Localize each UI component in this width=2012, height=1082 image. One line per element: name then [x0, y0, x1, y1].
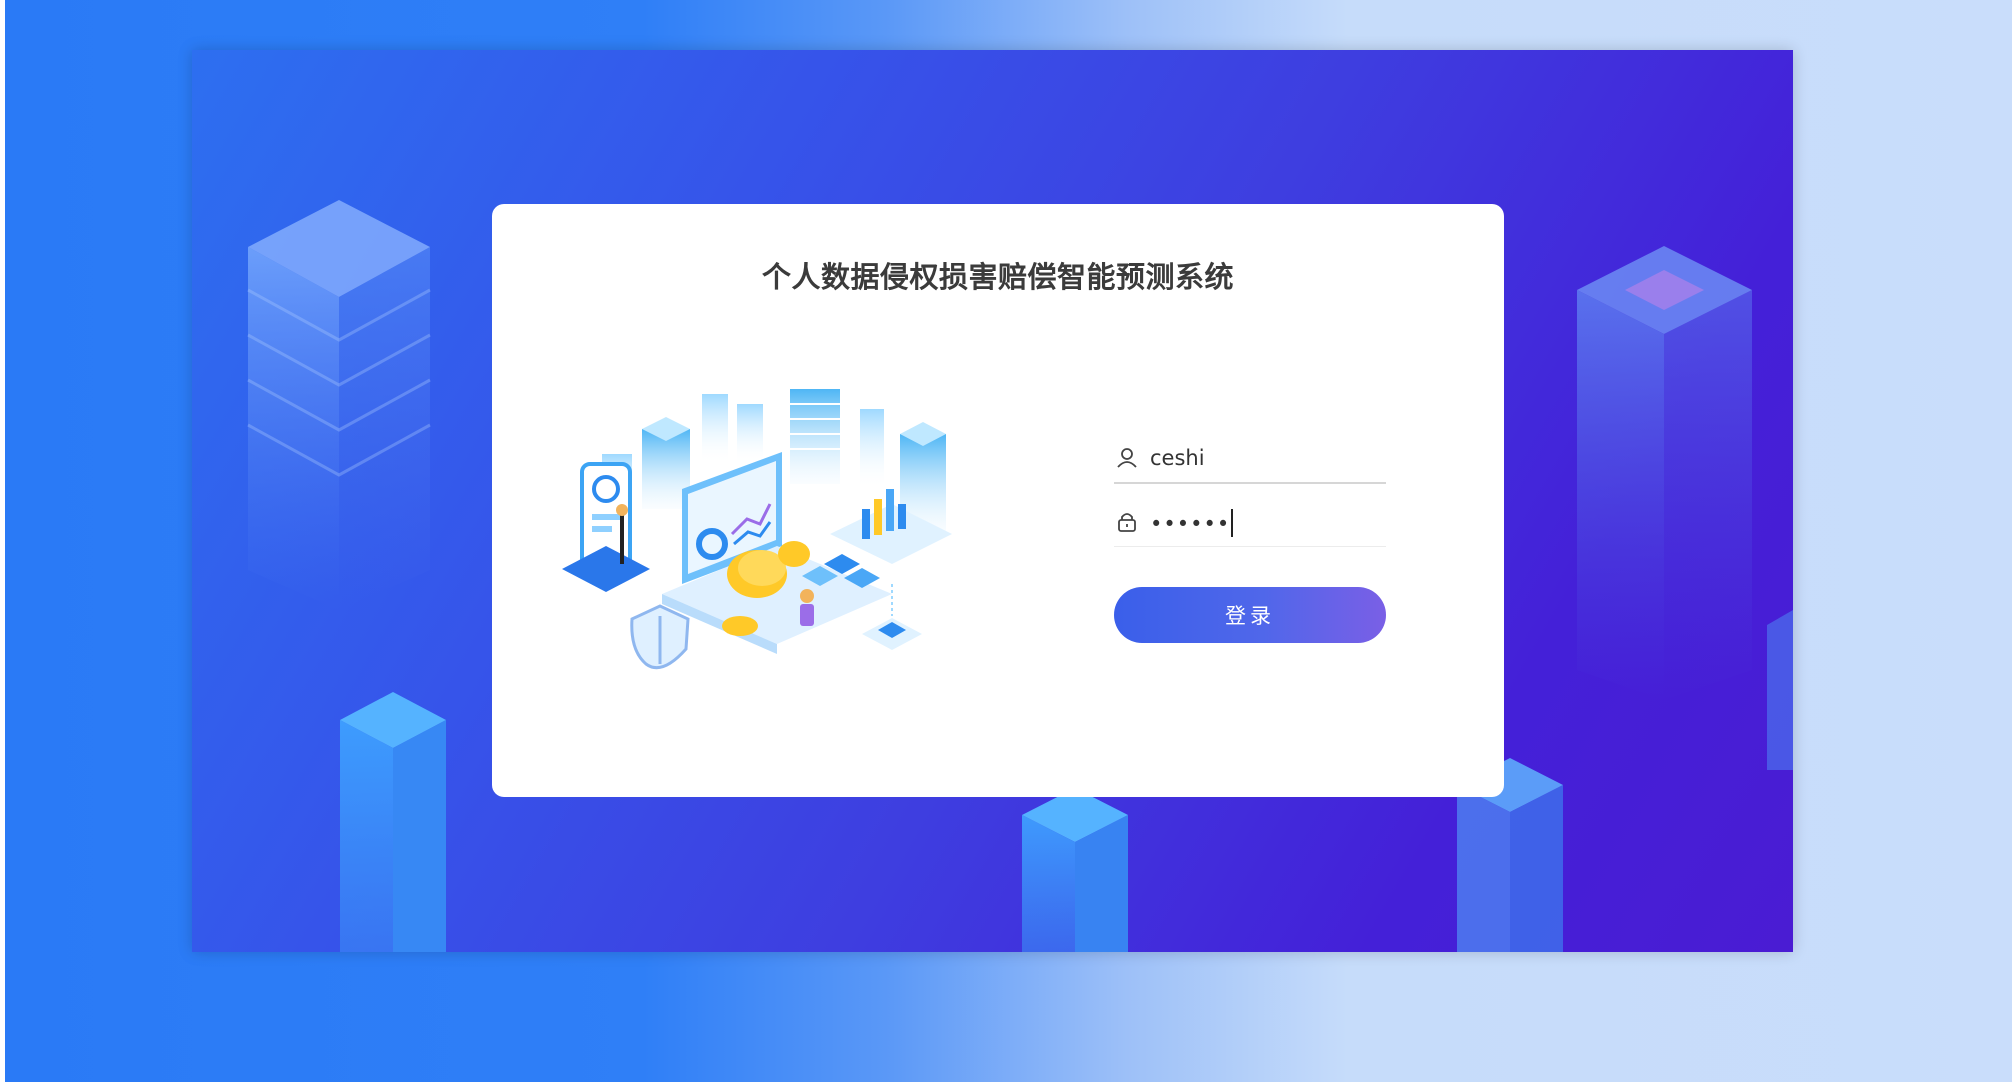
text-caret — [1231, 509, 1234, 537]
lock-icon — [1118, 513, 1136, 532]
left-edge-strip — [0, 0, 5, 1082]
user-icon — [1117, 448, 1137, 468]
password-input[interactable]: •••••• — [1150, 509, 1234, 537]
username-input[interactable]: ceshi — [1150, 446, 1205, 470]
login-card: 个人数据侵权损害赔偿智能预测系统 ceshi •••••• 登录 — [492, 204, 1504, 797]
password-field[interactable]: •••••• — [1114, 500, 1386, 547]
data-analytics-illustration-icon — [562, 389, 952, 670]
login-frame: 个人数据侵权损害赔偿智能预测系统 ceshi •••••• 登录 — [192, 50, 1793, 952]
username-field[interactable]: ceshi — [1114, 436, 1386, 484]
password-mask: •••••• — [1150, 512, 1231, 536]
login-button[interactable]: 登录 — [1114, 587, 1386, 643]
page-title: 个人数据侵权损害赔偿智能预测系统 — [761, 260, 1234, 294]
